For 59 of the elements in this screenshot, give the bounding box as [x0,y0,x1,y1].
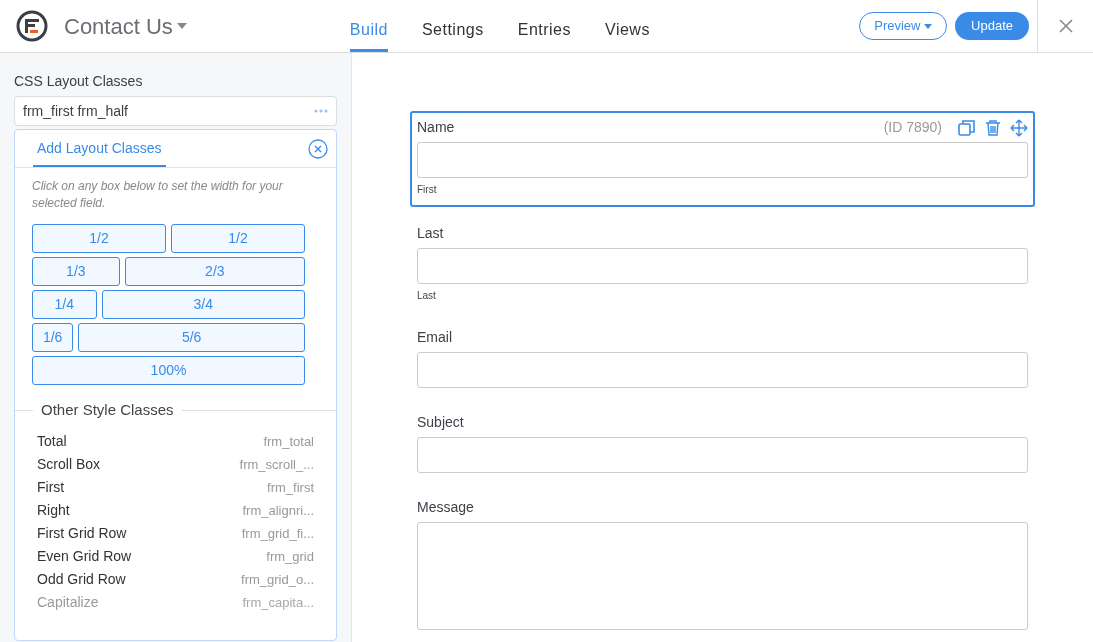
width-option-button[interactable]: 1/2 [171,224,305,253]
close-icon[interactable] [308,138,328,159]
input-field[interactable] [417,248,1028,284]
field-label: Last [417,224,444,243]
field-label: Subject [417,413,464,432]
trash-icon[interactable] [984,118,1002,137]
update-button[interactable]: Update [955,12,1029,40]
field-sublabel: Last [417,289,437,303]
field-sublabel: First [417,183,438,197]
width-option-button[interactable]: 1/6 [32,323,74,352]
selected-field-frame[interactable]: Name (ID 7890) First [410,111,1035,207]
tab[interactable]: Views [605,18,650,52]
tab[interactable]: Entries [517,18,571,52]
preview-button[interactable]: Preview [859,12,948,40]
tab[interactable]: Build [349,18,388,52]
hint-text: Click on any box below to set the width for your selected field. [32,178,284,212]
tab[interactable]: Add Layout Classes [33,130,166,167]
width-option-button[interactable]: 1/2 [32,224,166,253]
close-icon[interactable] [1058,19,1073,33]
style-class-code: frm_capita... [242,593,314,612]
style-class-code: frm_grid [266,547,314,566]
style-class-name[interactable]: Capitalize [37,592,99,612]
style-class-code: frm_total [263,432,314,451]
logo-icon [16,10,48,42]
width-option-button[interactable]: 1/4 [32,290,97,319]
width-option-button[interactable]: 5/6 [78,323,305,352]
style-class-name[interactable]: Right [37,500,70,520]
style-class-name[interactable]: Even Grid Row [37,546,132,566]
tab[interactable]: Settings [421,18,484,52]
width-option-button[interactable]: 1/3 [32,257,120,286]
style-class-code: frm_first [267,478,314,497]
field-label: Email [417,328,452,347]
input-field[interactable] [417,352,1028,388]
width-option-button[interactable]: 100% [32,356,305,385]
style-class-name[interactable]: First [37,477,65,497]
width-option-button[interactable]: 2/3 [124,257,305,286]
style-class-code: frm_alignri... [242,501,314,520]
css-classes-field[interactable]: frm_first frm_half [14,96,337,126]
style-class-name[interactable]: First Grid Row [37,523,127,543]
input-field[interactable] [417,437,1028,473]
section-heading: Other Style Classes [40,400,175,420]
style-class-code: frm_grid_fi... [241,524,314,543]
style-class-name[interactable]: Total [37,431,67,451]
caret-icon[interactable] [176,23,187,29]
style-class-name[interactable]: Odd Grid Row [37,569,126,589]
input-field[interactable] [417,142,1028,178]
move-icon[interactable] [1010,118,1028,137]
width-option-button[interactable]: 3/4 [101,290,305,319]
more-icon[interactable] [314,109,328,113]
style-class-code: frm_grid_o... [241,570,314,589]
form-title[interactable]: Contact Us [64,9,173,43]
style-class-name[interactable]: Scroll Box [37,454,101,474]
field-label: Message [417,498,474,517]
field-id: (ID 7890) [883,118,942,137]
style-class-code: frm_scroll_... [239,455,314,474]
field-label: CSS Layout Classes [14,72,144,91]
field-label: Name [417,118,455,137]
copy-icon[interactable] [958,118,976,137]
textarea-field[interactable] [417,522,1028,630]
